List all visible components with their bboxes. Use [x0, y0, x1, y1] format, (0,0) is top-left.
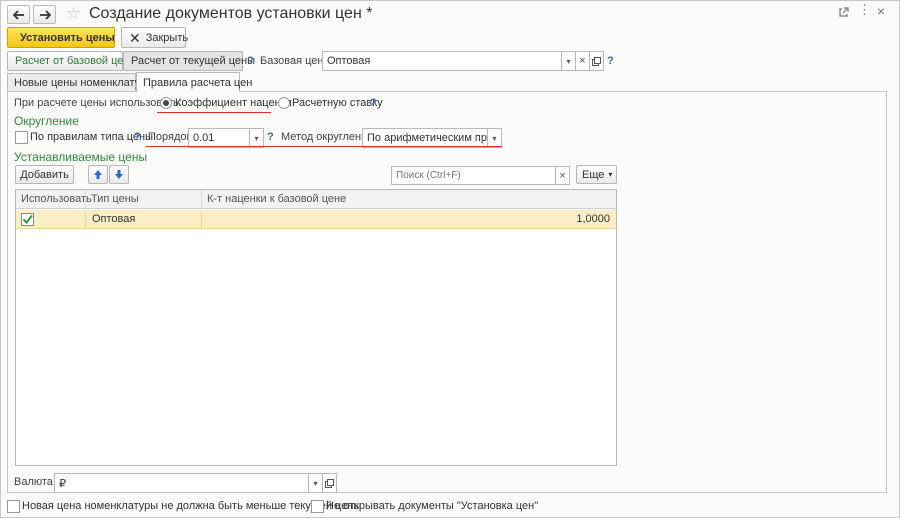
arrow-down-icon — [115, 170, 123, 179]
add-label: Добавить — [20, 168, 69, 181]
calc-help-icon[interactable]: ? — [247, 55, 254, 67]
search-input[interactable] — [391, 166, 556, 185]
arrow-left-icon — [12, 9, 24, 20]
by-type-rules-checkbox[interactable] — [15, 131, 28, 144]
set-prices-label: Установить цены — [20, 31, 115, 44]
rounding-method-dropdown-icon[interactable]: ▾ — [487, 128, 502, 148]
set-prices-button[interactable]: Установить цены — [7, 27, 115, 48]
order-field[interactable]: 0.01 — [188, 128, 250, 148]
add-button[interactable]: Добавить — [15, 165, 74, 184]
radio-calc-rate[interactable] — [278, 97, 290, 109]
back-button[interactable] — [7, 5, 30, 24]
not-open-label[interactable]: Не открывать документы "Установка цен" — [326, 500, 538, 512]
search-clear-icon[interactable]: × — [555, 166, 570, 185]
tab-new-prices[interactable]: Новые цены номенклатуры — [7, 73, 154, 92]
column-header-price-type[interactable]: Тип цены — [86, 190, 202, 209]
calc-from-current-label: Расчет от текущей цены — [131, 55, 256, 67]
prices-heading: Устанавливаемые цены — [14, 150, 148, 164]
table-row[interactable]: Оптовая 1,0000 — [16, 210, 616, 229]
calc-from-base-button[interactable]: Расчет от базовой цены — [7, 51, 137, 71]
order-dropdown-icon[interactable]: ▾ — [249, 128, 264, 148]
markup-coef-cell[interactable]: 1,0000 — [202, 210, 616, 229]
tab-price-rules[interactable]: Правила расчета цен — [136, 72, 252, 92]
base-price-clear-icon[interactable]: × — [575, 51, 590, 71]
arrow-right-icon — [39, 9, 51, 20]
more-label: Еще — [582, 168, 605, 181]
by-type-help-icon[interactable]: ? — [134, 131, 141, 143]
base-price-dropdown-icon[interactable]: ▾ — [561, 51, 576, 71]
more-icon[interactable]: ⋮ — [858, 3, 871, 17]
close-icon[interactable]: × — [877, 4, 885, 18]
order-help-icon[interactable]: ? — [267, 131, 274, 143]
rounding-method-field[interactable]: По арифметическим правилам — [362, 128, 488, 148]
not-open-checkbox[interactable] — [311, 500, 324, 513]
rules-help-icon[interactable]: ? — [370, 97, 377, 109]
more-dropdown-icon: ▾ — [608, 170, 613, 179]
move-down-button[interactable] — [109, 165, 129, 184]
base-price-open-icon[interactable] — [589, 51, 604, 71]
close-x-icon: ✕ — [129, 29, 141, 46]
calc-from-base-label: Расчет от базовой цены — [15, 55, 138, 67]
use-in-calc-label: При расчете цены использовать: — [14, 97, 182, 109]
close-button[interactable]: ✕ Закрыть — [121, 27, 189, 48]
currency-dropdown-icon[interactable]: ▾ — [308, 473, 323, 493]
currency-field[interactable]: ₽ — [54, 473, 309, 493]
base-price-field[interactable]: Оптовая — [322, 51, 562, 71]
radio-markup-coefficient[interactable] — [160, 97, 172, 109]
arrow-up-icon — [94, 170, 102, 179]
forward-button[interactable] — [33, 5, 56, 24]
column-header-use[interactable]: Использовать — [16, 190, 92, 209]
tab-price-rules-label: Правила расчета цен — [143, 76, 253, 89]
use-checkbox-checked-icon[interactable] — [21, 213, 34, 226]
price-type-cell[interactable]: Оптовая — [86, 210, 202, 229]
move-up-button[interactable] — [88, 165, 108, 184]
prices-table: Использовать Тип цены К-т наценки к базо… — [15, 189, 617, 466]
close-label: Закрыть — [145, 31, 189, 44]
favorite-star-icon[interactable]: ☆ — [66, 4, 81, 24]
markup-coefficient-label[interactable]: Коэффициент наценки — [175, 97, 292, 109]
table-header: Использовать Тип цены К-т наценки к базо… — [16, 190, 616, 209]
base-price-help-icon[interactable]: ? — [607, 55, 614, 67]
column-header-markup-coef[interactable]: К-т наценки к базовой цене — [202, 190, 616, 209]
more-button[interactable]: Еще ▾ — [576, 165, 617, 184]
markup-underline — [157, 112, 271, 113]
rounding-underline — [146, 146, 502, 147]
tab-new-prices-label: Новые цены номенклатуры — [14, 77, 155, 89]
currency-open-icon[interactable] — [322, 473, 337, 493]
calc-from-current-button[interactable]: Расчет от текущей цены — [123, 51, 255, 71]
currency-label: Валюта: — [14, 476, 56, 488]
link-icon[interactable] — [838, 6, 850, 21]
rounding-heading: Округление — [14, 114, 79, 128]
window-title: Создание документов установки цен * — [89, 5, 373, 22]
not-less-checkbox[interactable] — [7, 500, 20, 513]
use-cell[interactable] — [16, 210, 86, 229]
